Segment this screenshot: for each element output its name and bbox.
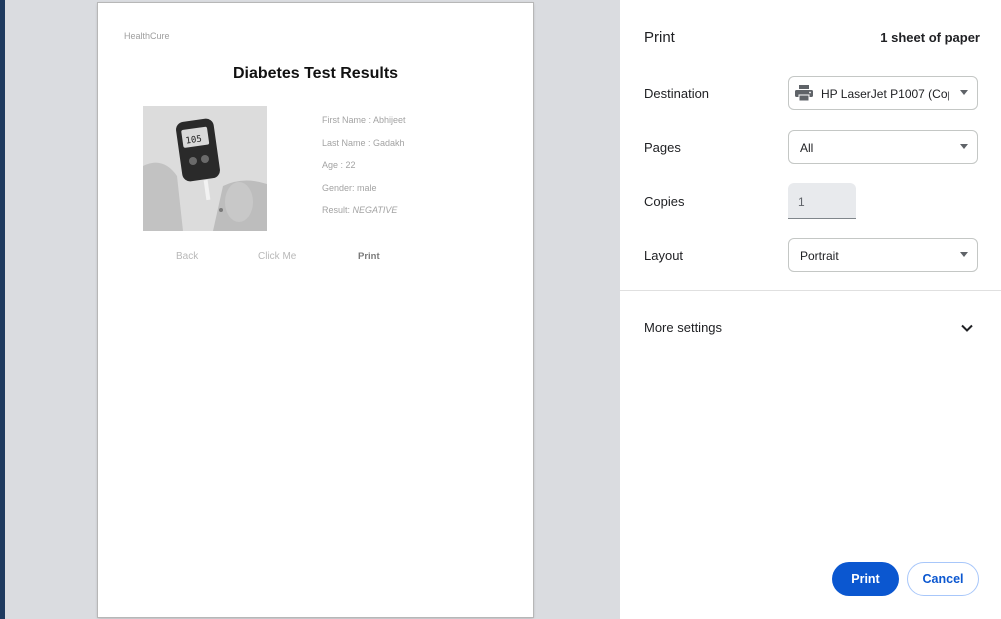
more-settings-toggle[interactable]: More settings — [620, 310, 1001, 346]
more-settings-label: More settings — [644, 320, 723, 335]
caret-down-icon — [960, 90, 968, 95]
printer-icon — [795, 85, 813, 101]
preview-page: HealthCure Diabetes Test Results 105 Fir… — [98, 3, 533, 617]
destination-value: HP LaserJet P1007 (Copy — [821, 87, 949, 101]
result-text: Result: NEGATIVE — [322, 199, 406, 222]
pages-label: Pages — [644, 140, 681, 155]
doc-click-me-link: Click Me — [258, 251, 297, 262]
result-label: Result: — [322, 205, 353, 215]
brand-name: HealthCure — [124, 31, 170, 41]
caret-down-icon — [960, 144, 968, 149]
print-preview-area[interactable]: HealthCure Diabetes Test Results 105 Fir… — [5, 0, 620, 619]
glucose-meter-photo: 105 — [143, 106, 267, 231]
document-title: Diabetes Test Results — [232, 65, 399, 82]
age-text: Age : 22 — [322, 160, 356, 170]
sheet-count: 1 sheet of paper — [880, 30, 980, 45]
last-name-text: Last Name : Gadakh — [322, 137, 405, 148]
cancel-button[interactable]: Cancel — [907, 562, 979, 596]
destination-label: Destination — [644, 86, 710, 101]
print-button[interactable]: Print — [832, 562, 899, 596]
pages-select[interactable]: All — [788, 130, 978, 164]
first-name-text: First Name : Abhijeet — [322, 115, 406, 125]
result-value: NEGATIVE — [352, 205, 398, 215]
doc-back-link: Back — [176, 251, 199, 262]
doc-print-link: Print — [358, 251, 380, 262]
caret-down-icon — [960, 252, 968, 257]
chevron-down-icon — [961, 324, 973, 332]
copies-value: 1 — [798, 195, 805, 209]
section-divider — [620, 290, 1001, 291]
copies-input[interactable]: 1 — [788, 183, 856, 219]
patient-info: First Name : Abhijeet Last Name : Gadakh… — [322, 109, 406, 222]
layout-value: Portrait — [800, 249, 839, 263]
layout-select[interactable]: Portrait — [788, 238, 978, 272]
pages-value: All — [800, 141, 814, 155]
print-settings-panel: Print 1 sheet of paper Destination HP La… — [620, 0, 1001, 619]
print-dialog-title: Print — [644, 29, 675, 46]
gender-text: Gender: male — [322, 182, 377, 193]
layout-label: Layout — [644, 248, 684, 263]
destination-select[interactable]: HP LaserJet P1007 (Copy — [788, 76, 978, 110]
copies-label: Copies — [644, 194, 685, 209]
